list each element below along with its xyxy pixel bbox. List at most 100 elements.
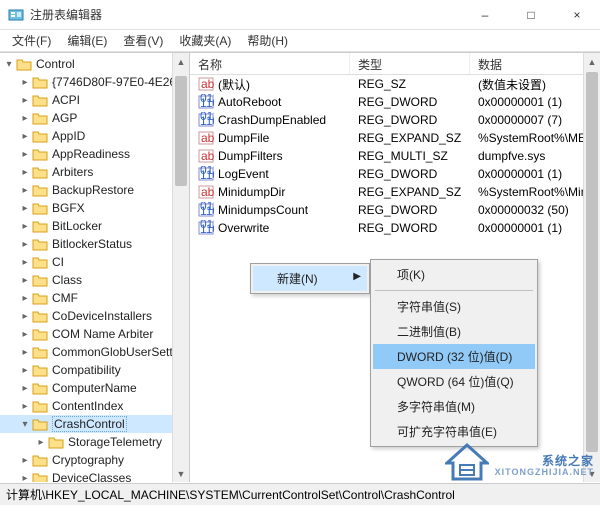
tree-item[interactable]: ▾Control: [0, 55, 189, 73]
close-button[interactable]: ×: [554, 0, 600, 30]
tree-item[interactable]: ▸Cryptography: [0, 451, 189, 469]
tree-expand-icon[interactable]: ▸: [18, 77, 32, 88]
tree-item-label: BitlockerStatus: [52, 237, 132, 251]
context-new-expandstring[interactable]: 可扩充字符串值(E): [373, 419, 535, 444]
tree-item[interactable]: ▸DeviceClasses: [0, 469, 189, 482]
tree-expand-icon[interactable]: ▾: [2, 59, 16, 70]
tree-item-label: ContentIndex: [52, 399, 123, 413]
tree-expand-icon[interactable]: ▸: [18, 149, 32, 160]
context-submenu-new[interactable]: 项(K) 字符串值(S) 二进制值(B) DWORD (32 位)值(D) QW…: [370, 259, 538, 447]
column-data[interactable]: 数据: [470, 53, 600, 74]
tree-item[interactable]: ▾CrashControl: [0, 415, 189, 433]
tree-item[interactable]: ▸CoDeviceInstallers: [0, 307, 189, 325]
tree-expand-icon[interactable]: ▸: [18, 329, 32, 340]
context-new-qword[interactable]: QWORD (64 位)值(Q): [373, 369, 535, 394]
menu-file[interactable]: 文件(F): [4, 30, 59, 51]
list-row[interactable]: 011110MinidumpsCountREG_DWORD0x00000032 …: [190, 201, 600, 219]
menu-view[interactable]: 查看(V): [115, 30, 171, 51]
list-row[interactable]: abDumpFileREG_EXPAND_SZ%SystemRoot%\MEM: [190, 129, 600, 147]
tree-expand-icon[interactable]: ▸: [18, 347, 32, 358]
tree-expand-icon[interactable]: ▸: [18, 455, 32, 466]
tree-scrollbar[interactable]: ▲ ▼: [172, 53, 189, 482]
watermark: 系统之家 XITONGZHIJIA.NET: [445, 443, 594, 483]
column-type[interactable]: 类型: [350, 53, 470, 74]
context-new-key[interactable]: 项(K): [373, 262, 535, 287]
tree-expand-icon[interactable]: ▸: [18, 311, 32, 322]
scroll-up-icon[interactable]: ▲: [584, 53, 600, 70]
tree-item-label: StorageTelemetry: [68, 435, 162, 449]
tree-item[interactable]: ▸ComputerName: [0, 379, 189, 397]
tree-expand-icon[interactable]: ▸: [18, 95, 32, 106]
value-name: AutoReboot: [218, 95, 281, 109]
list-body[interactable]: ab(默认)REG_SZ(数值未设置)011110AutoRebootREG_D…: [190, 75, 600, 237]
list-row[interactable]: ab(默认)REG_SZ(数值未设置): [190, 75, 600, 93]
tree-item[interactable]: ▸COM Name Arbiter: [0, 325, 189, 343]
tree-expand-icon[interactable]: ▸: [18, 221, 32, 232]
context-new-string[interactable]: 字符串值(S): [373, 294, 535, 319]
context-new-binary[interactable]: 二进制值(B): [373, 319, 535, 344]
tree-expand-icon[interactable]: ▸: [18, 257, 32, 268]
tree-expand-icon[interactable]: ▸: [18, 239, 32, 250]
tree-item[interactable]: ▸ACPI: [0, 91, 189, 109]
tree-item[interactable]: ▸ StorageTelemetry: [0, 433, 189, 451]
tree-expand-icon[interactable]: ▸: [18, 113, 32, 124]
tree-item[interactable]: ▸ BitlockerStatus: [0, 235, 189, 253]
list-row[interactable]: 011110LogEventREG_DWORD0x00000001 (1): [190, 165, 600, 183]
tree-item[interactable]: ▸ ContentIndex: [0, 397, 189, 415]
scrollbar-thumb[interactable]: [586, 72, 598, 452]
list-row[interactable]: 011110CrashDumpEnabledREG_DWORD0x0000000…: [190, 111, 600, 129]
list-row[interactable]: 011110AutoRebootREG_DWORD0x00000001 (1): [190, 93, 600, 111]
tree-item[interactable]: ▸Compatibility: [0, 361, 189, 379]
context-new-dword[interactable]: DWORD (32 位)值(D): [373, 344, 535, 369]
tree-expand-icon[interactable]: ▸: [18, 365, 32, 376]
tree-expand-icon[interactable]: ▸: [18, 383, 32, 394]
list-row[interactable]: 011110OverwriteREG_DWORD0x00000001 (1): [190, 219, 600, 237]
tree-expand-icon[interactable]: ▸: [34, 437, 48, 448]
tree-item[interactable]: ▸{7746D80F-97E0-4E26-: [0, 73, 189, 91]
binary-value-icon: 011110: [198, 166, 214, 182]
context-new[interactable]: 新建(N)▶: [253, 266, 367, 291]
tree-expand-icon[interactable]: ▸: [18, 167, 32, 178]
tree-item[interactable]: ▸CMF: [0, 289, 189, 307]
tree-item-label: BGFX: [52, 201, 85, 215]
chevron-right-icon: ▶: [353, 271, 361, 282]
tree-expand-icon[interactable]: ▸: [18, 401, 32, 412]
tree-item[interactable]: ▸CommonGlobUserSett: [0, 343, 189, 361]
tree-item[interactable]: ▸Arbiters: [0, 163, 189, 181]
menu-favorites[interactable]: 收藏夹(A): [171, 30, 239, 51]
tree-item[interactable]: ▸ BGFX: [0, 199, 189, 217]
tree-expand-icon[interactable]: ▸: [18, 185, 32, 196]
tree-item[interactable]: ▸BitLocker: [0, 217, 189, 235]
list-scrollbar[interactable]: ▲ ▼: [583, 53, 600, 482]
tree-item[interactable]: ▸AGP: [0, 109, 189, 127]
tree-item[interactable]: ▸AppID: [0, 127, 189, 145]
menu-help[interactable]: 帮助(H): [239, 30, 296, 51]
tree-item[interactable]: ▸BackupRestore: [0, 181, 189, 199]
value-name: Overwrite: [218, 221, 269, 235]
menu-edit[interactable]: 编辑(E): [59, 30, 115, 51]
context-menu[interactable]: 新建(N)▶: [250, 263, 370, 294]
tree-expand-icon[interactable]: ▸: [18, 293, 32, 304]
tree-expand-icon[interactable]: ▸: [18, 131, 32, 142]
folder-icon: [32, 273, 48, 287]
scrollbar-thumb[interactable]: [175, 76, 187, 186]
tree-expand-icon[interactable]: ▸: [18, 203, 32, 214]
string-value-icon: ab: [198, 130, 214, 146]
list-row[interactable]: abMinidumpDirREG_EXPAND_SZ%SystemRoot%\M…: [190, 183, 600, 201]
tree-expand-icon[interactable]: ▸: [18, 275, 32, 286]
minimize-button[interactable]: –: [462, 0, 508, 30]
maximize-button[interactable]: □: [508, 0, 554, 30]
column-name[interactable]: 名称: [190, 53, 350, 74]
context-new-multistring[interactable]: 多字符串值(M): [373, 394, 535, 419]
tree-expand-icon[interactable]: ▾: [18, 419, 32, 430]
list-row[interactable]: abDumpFiltersREG_MULTI_SZdumpfve.sys: [190, 147, 600, 165]
value-data: 0x00000032 (50): [470, 203, 600, 217]
tree-expand-icon[interactable]: ▸: [18, 473, 32, 483]
registry-tree[interactable]: ▾Control▸{7746D80F-97E0-4E26-▸ACPI▸AGP▸A…: [0, 53, 189, 482]
scroll-up-icon[interactable]: ▲: [173, 53, 189, 70]
tree-item[interactable]: ▸CI: [0, 253, 189, 271]
scroll-down-icon[interactable]: ▼: [173, 465, 189, 482]
tree-item[interactable]: ▸AppReadiness: [0, 145, 189, 163]
tree-item[interactable]: ▸Class: [0, 271, 189, 289]
folder-icon: [32, 453, 48, 467]
